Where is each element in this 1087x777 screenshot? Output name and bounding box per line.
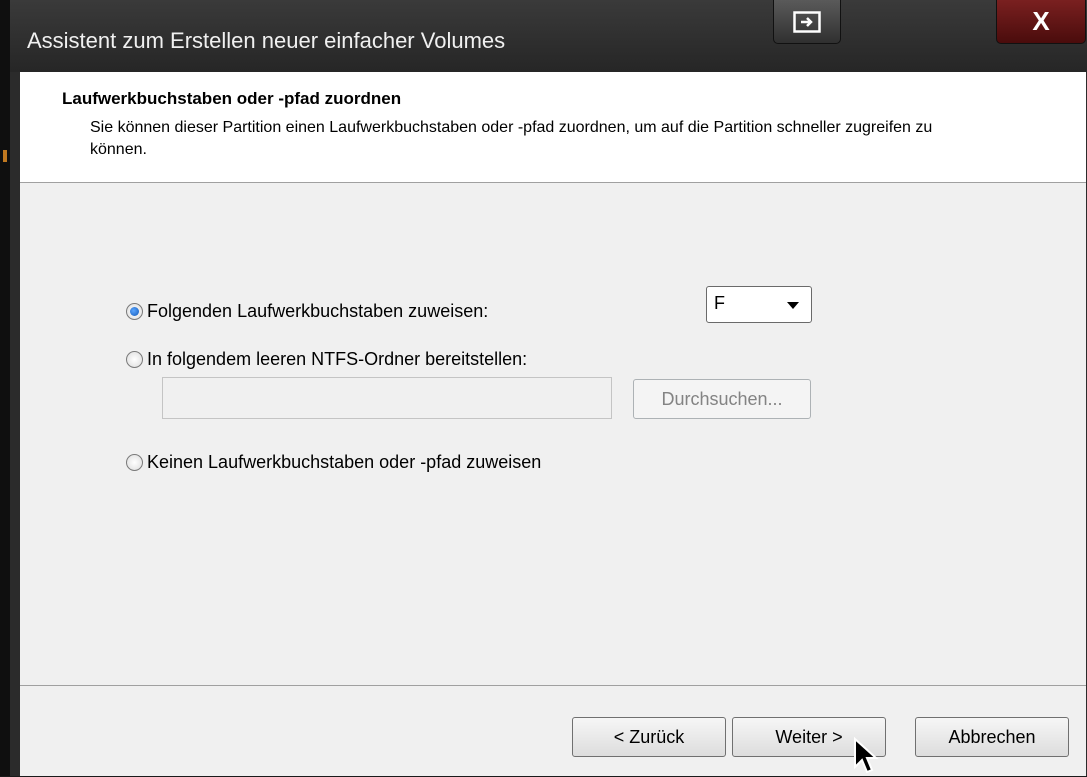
wizard-client-area: Laufwerkbuchstaben oder -pfad zuordnen S… xyxy=(20,72,1086,776)
page-title: Laufwerkbuchstaben oder -pfad zuordnen xyxy=(62,89,402,108)
browse-button[interactable]: Durchsuchen... xyxy=(633,379,811,419)
option-assign-letter[interactable]: Folgenden Laufwerkbuchstaben zuweisen: xyxy=(126,301,488,322)
close-icon: X xyxy=(1032,6,1050,36)
chevron-down-icon[interactable] xyxy=(787,302,799,309)
back-button[interactable]: < Zurück xyxy=(572,717,726,757)
background-marker xyxy=(3,150,7,162)
folder-path-input[interactable] xyxy=(162,377,612,419)
page-description: Sie können dieser Partition einen Laufwe… xyxy=(90,119,933,158)
restore-window-icon xyxy=(793,10,821,33)
cancel-button[interactable]: Abbrechen xyxy=(915,717,1069,757)
option-no-letter-label: Keinen Laufwerkbuchstaben oder -pfad zuw… xyxy=(147,452,542,472)
wizard-header: Laufwerkbuchstaben oder -pfad zuordnen S… xyxy=(20,72,1086,183)
close-button[interactable]: X xyxy=(996,0,1086,44)
wizard-window: Assistent zum Erstellen neuer einfacher … xyxy=(10,0,1087,776)
radio-no-letter[interactable] xyxy=(126,454,143,471)
drive-letter-value: F xyxy=(714,293,725,313)
option-assign-letter-label: Folgenden Laufwerkbuchstaben zuweisen: xyxy=(147,301,489,321)
radio-mount-folder[interactable] xyxy=(126,351,143,368)
restore-button[interactable] xyxy=(773,0,841,44)
option-mount-folder[interactable]: In folgendem leeren NTFS-Ordner bereitst… xyxy=(126,349,527,370)
drive-letter-select[interactable]: F xyxy=(706,286,812,323)
mouse-pointer-icon xyxy=(854,737,879,774)
footer-divider xyxy=(20,685,1086,686)
option-mount-folder-label: In folgendem leeren NTFS-Ordner bereitst… xyxy=(147,349,528,369)
option-no-letter[interactable]: Keinen Laufwerkbuchstaben oder -pfad zuw… xyxy=(126,452,541,473)
window-title: Assistent zum Erstellen neuer einfacher … xyxy=(27,28,506,53)
radio-assign-letter[interactable] xyxy=(126,303,143,320)
title-bar[interactable]: Assistent zum Erstellen neuer einfacher … xyxy=(10,0,1087,72)
